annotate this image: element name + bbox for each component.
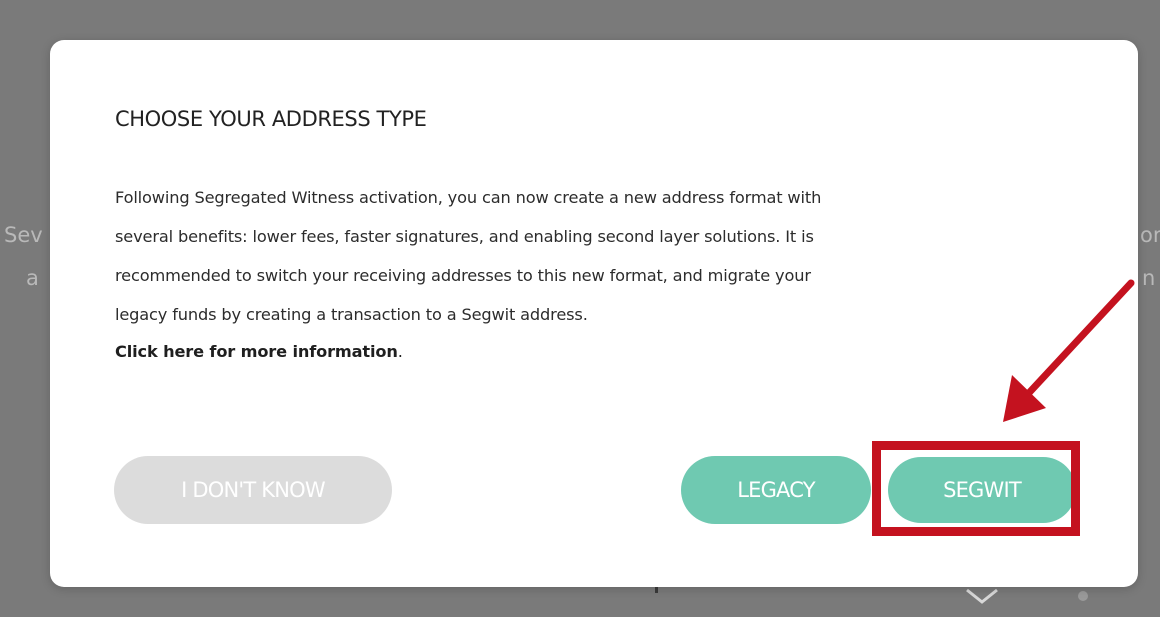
- background-dot: [1078, 591, 1088, 601]
- i-dont-know-button[interactable]: I DON'T KNOW: [114, 456, 392, 524]
- modal-description: Following Segregated Witness activation,…: [115, 178, 1100, 370]
- description-line: several benefits: lower fees, faster sig…: [115, 227, 814, 246]
- description-line: legacy funds by creating a transaction t…: [115, 305, 588, 324]
- background-text-fragment: a: [26, 266, 39, 290]
- background-text-fragment: or: [1140, 223, 1160, 247]
- description-line: Following Segregated Witness activation,…: [115, 188, 822, 207]
- segwit-button[interactable]: SEGWIT: [888, 457, 1076, 523]
- more-information-link-text: Click here for more information: [115, 342, 398, 361]
- description-line: recommended to switch your receiving add…: [115, 266, 811, 285]
- background-text-fragment: Sev: [4, 223, 43, 247]
- address-type-modal: CHOOSE YOUR ADDRESS TYPE Following Segre…: [50, 40, 1138, 587]
- modal-title: CHOOSE YOUR ADDRESS TYPE: [115, 107, 427, 131]
- legacy-button[interactable]: LEGACY: [681, 456, 871, 524]
- more-information-link-period: .: [397, 342, 403, 361]
- more-information-link[interactable]: Click here for more information.: [115, 334, 403, 370]
- background-text-fragment: n: [1142, 266, 1156, 290]
